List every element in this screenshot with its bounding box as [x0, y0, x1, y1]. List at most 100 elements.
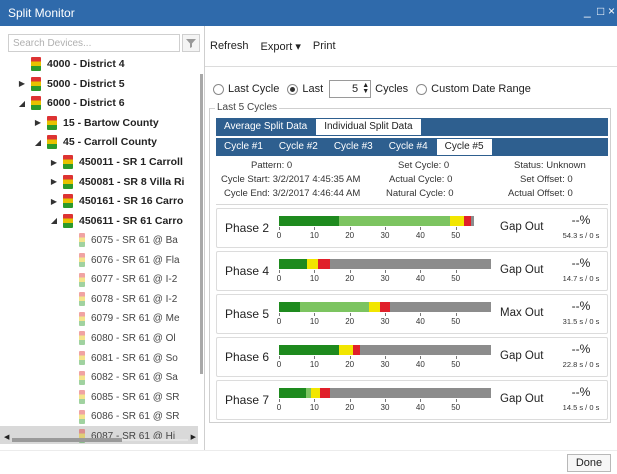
expand-arrow-icon[interactable]: ▶: [48, 197, 60, 206]
tree-item[interactable]: ▶ 450011 - SR 1 Carroll: [0, 152, 198, 172]
traffic-signal-icon: [79, 370, 85, 385]
tree-item[interactable]: 4000 - District 4: [0, 54, 198, 74]
tree-item[interactable]: ◢ 45 - Carroll County: [0, 132, 198, 152]
time-axis: 0 10 20 30 40 50: [277, 227, 491, 243]
stepper-arrows-icon[interactable]: ▲ ▼: [361, 82, 370, 95]
toolbar-divider: [205, 66, 617, 67]
expand-arrow-icon[interactable]: ▶: [48, 158, 60, 167]
last-cycle-label: Last Cycle: [228, 83, 280, 95]
tab-cycle-5[interactable]: Cycle #5: [435, 138, 493, 156]
axis-tick-label: 40: [415, 360, 425, 369]
tree-item-label: 6076 - SR 61 @ Fla: [91, 254, 180, 266]
last-n-radio[interactable]: [287, 83, 299, 95]
tree-item[interactable]: ▶ 15 - Bartow County: [0, 113, 198, 133]
phase-name: Phase 7: [225, 393, 270, 407]
tree-item[interactable]: ◢ 6000 - District 6: [0, 93, 198, 113]
bar-segment-dark-green: [279, 388, 306, 398]
tree-item-label: 450161 - SR 16 Carro: [79, 195, 184, 208]
close-button[interactable]: ×: [608, 4, 615, 18]
tree-item[interactable]: ▶ 450161 - SR 16 Carro: [0, 191, 198, 211]
tree-horizontal-scrollbar[interactable]: ◀ ▶: [4, 433, 196, 444]
scroll-right-icon[interactable]: ▶: [191, 433, 196, 441]
collapse-arrow-icon[interactable]: ◢: [32, 138, 44, 147]
bar-segment-yellow: [339, 345, 354, 355]
scroll-thumb[interactable]: [12, 438, 122, 442]
termination-type: Gap Out: [500, 393, 544, 405]
split-percent: --%: [571, 299, 591, 313]
axis-tick-label: 20: [345, 317, 355, 326]
axis-tick: [279, 270, 280, 273]
tree-item[interactable]: 6080 - SR 61 @ Ol: [0, 328, 198, 348]
axis-tick: [385, 399, 386, 402]
bar-segment-dark-green: [279, 345, 340, 355]
tree-item-label: 45 - Carroll County: [63, 136, 157, 149]
split-percent: --%: [571, 342, 591, 356]
split-detail: 14.5 s / 0 s: [562, 403, 600, 412]
tree-vertical-scrollbar[interactable]: [199, 54, 204, 434]
last-cycle-radio[interactable]: [213, 83, 224, 95]
tab-average-split-data[interactable]: Average Split Data: [216, 118, 315, 136]
expand-arrow-icon[interactable]: ▶: [32, 118, 44, 127]
maximize-button[interactable]: □: [597, 4, 604, 18]
scroll-left-icon[interactable]: ◀: [4, 433, 9, 441]
axis-tick: [349, 313, 351, 316]
expand-arrow-icon[interactable]: ▶: [16, 79, 28, 88]
tree-item[interactable]: 6077 - SR 61 @ I-2: [0, 270, 198, 290]
axis-tick: [279, 313, 280, 316]
time-axis: 0 10 20 30 40 50: [277, 356, 491, 372]
collapse-arrow-icon[interactable]: ◢: [16, 99, 28, 108]
print-button[interactable]: Print: [313, 40, 336, 58]
termination-type: Gap Out: [500, 221, 544, 233]
tree-item[interactable]: 6086 - SR 61 @ SR: [0, 407, 198, 427]
axis-tick: [385, 227, 386, 230]
split-bar: [279, 345, 491, 355]
traffic-signal-icon: [31, 57, 41, 71]
axis-tick-label: 10: [309, 403, 319, 412]
axis-tick-label: 20: [345, 360, 355, 369]
filter-button[interactable]: [182, 34, 200, 52]
split-detail: 22.8 s / 0 s: [562, 360, 600, 369]
tree-item[interactable]: 6078 - SR 61 @ I-2: [0, 289, 198, 309]
tab-individual-split-data[interactable]: Individual Split Data: [315, 118, 422, 136]
split-percent: --%: [571, 256, 591, 270]
tree-item[interactable]: 6076 - SR 61 @ Fla: [0, 250, 198, 270]
bar-segment-dark-green: [279, 216, 340, 226]
cycle-count-stepper[interactable]: 5 ▲ ▼: [329, 80, 372, 98]
search-input[interactable]: [9, 35, 179, 51]
custom-range-radio[interactable]: [416, 83, 428, 95]
axis-tick-label: 0: [276, 317, 282, 326]
axis-tick-label: 50: [451, 274, 461, 283]
toolbar: Refresh Export ▾ Print: [210, 40, 336, 58]
tree-item[interactable]: 6085 - SR 61 @ SR: [0, 387, 198, 407]
refresh-button[interactable]: Refresh: [210, 40, 249, 58]
expand-arrow-icon[interactable]: ▶: [48, 177, 60, 186]
tree-item[interactable]: 6081 - SR 61 @ So: [0, 348, 198, 368]
phase-row: Phase 4 0 10 20 30 40 50 Gap Out --% 14.7 s / 0 s: [216, 251, 608, 291]
tab-cycle-4[interactable]: Cycle #4: [381, 138, 436, 156]
set-cycle-text: Set Cycle: 0: [398, 160, 450, 171]
tree-item[interactable]: 6075 - SR 61 @ Ba: [0, 230, 198, 250]
tree-item[interactable]: ▶ 450081 - SR 8 Villa Ri: [0, 172, 198, 192]
minimize-button[interactable]: _: [584, 4, 591, 18]
split-bar: [279, 216, 491, 226]
tab-cycle-2[interactable]: Cycle #2: [271, 138, 326, 156]
natural-cycle-text: Natural Cycle: 0: [386, 188, 454, 199]
axis-tick-label: 10: [309, 360, 319, 369]
tab-cycle-3[interactable]: Cycle #3: [326, 138, 381, 156]
done-button[interactable]: Done: [567, 454, 611, 472]
tree-item[interactable]: ▶ 5000 - District 5: [0, 74, 198, 94]
tree-item[interactable]: ◢ 450611 - SR 61 Carro: [0, 211, 198, 231]
axis-tick-label: 30: [380, 403, 390, 412]
axis-tick-label: 40: [415, 231, 425, 240]
tree-item[interactable]: 6082 - SR 61 @ Sa: [0, 368, 198, 388]
tab-cycle-1[interactable]: Cycle #1: [216, 138, 271, 156]
tree-item[interactable]: 6079 - SR 61 @ Me: [0, 309, 198, 329]
collapse-arrow-icon[interactable]: ◢: [48, 216, 60, 225]
scroll-thumb[interactable]: [200, 74, 203, 374]
actual-cycle-text: Actual Cycle: 0: [389, 174, 453, 185]
axis-tick-label: 10: [309, 317, 319, 326]
tree-item-label: 4000 - District 4: [47, 58, 125, 70]
traffic-signal-icon: [63, 194, 73, 209]
actual-offset-text: Actual Offset: 0: [508, 188, 573, 199]
export-button[interactable]: Export ▾: [261, 40, 301, 58]
